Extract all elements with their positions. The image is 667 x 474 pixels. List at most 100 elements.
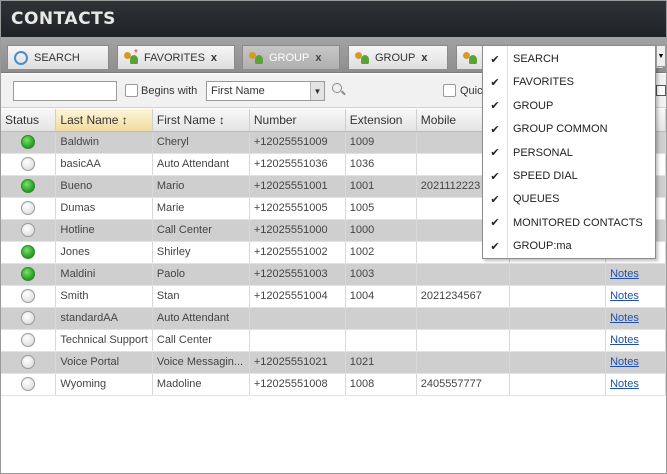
- close-tab-icon[interactable]: x: [315, 52, 321, 64]
- table-row[interactable]: Maldini Paolo +12025551003 1003 Notes: [1, 263, 666, 286]
- first-name-cell: Stan: [152, 285, 250, 308]
- menu-item[interactable]: ✔ GROUP: [483, 95, 655, 117]
- presence-status-icon: [21, 157, 36, 171]
- group-icon: [463, 51, 477, 65]
- number-cell: [249, 307, 346, 330]
- extension-cell: 1021: [345, 351, 417, 374]
- mobile-cell: 2021234567: [416, 285, 510, 308]
- empty-cell: [509, 373, 607, 396]
- extension-cell: 1002: [345, 241, 417, 264]
- notes-cell: Notes: [605, 307, 666, 330]
- number-cell: +12025551021: [249, 351, 346, 374]
- export-icon[interactable]: [656, 85, 666, 96]
- checkmark-icon: ✔: [490, 76, 500, 89]
- status-cell: [1, 153, 57, 176]
- empty-cell: [509, 263, 607, 286]
- column-header-extension[interactable]: Extension: [345, 109, 417, 132]
- extension-cell: 1005: [345, 197, 417, 220]
- mobile-cell: 2405557777: [416, 373, 510, 396]
- checkmark-icon: ✔: [490, 123, 500, 136]
- empty-cell: [509, 307, 607, 330]
- checkmark-icon: ✔: [490, 217, 500, 230]
- quick-search-checkbox[interactable]: [443, 84, 456, 97]
- column-header-last-name[interactable]: Last Name ↕: [55, 109, 153, 132]
- quick-search-label: Quic: [460, 85, 483, 97]
- first-name-cell: Call Center: [152, 329, 250, 352]
- presence-status-icon: [21, 333, 36, 347]
- begins-with-label: Begins with: [141, 85, 198, 97]
- menu-item[interactable]: ✔ QUEUES: [483, 188, 655, 210]
- number-cell: [249, 329, 346, 352]
- last-name-cell: Jones: [55, 241, 153, 264]
- notes-cell: Notes: [605, 329, 666, 352]
- tab-favorites[interactable]: * FAVORITES x: [117, 45, 235, 69]
- column-header-first-name[interactable]: First Name ↕: [152, 109, 250, 132]
- sort-icon: ↕: [121, 112, 128, 127]
- menu-item-label: GROUP:ma: [513, 240, 572, 253]
- menu-item[interactable]: ✔ MONITORED CONTACTS: [483, 212, 655, 234]
- mobile-cell: [416, 329, 510, 352]
- column-header-status[interactable]: Status: [1, 109, 57, 132]
- menu-item[interactable]: ✔ GROUP COMMON: [483, 118, 655, 140]
- menu-item[interactable]: ✔ PERSONAL: [483, 142, 655, 164]
- menu-item-label: SEARCH: [513, 53, 559, 65]
- directory-menu: ✔ SEARCH ✔ FAVORITES ✔ GROUP ✔ GROUP COMMON ✔ PER…: [482, 45, 656, 259]
- status-cell: [1, 241, 57, 264]
- notes-link[interactable]: Notes: [610, 356, 639, 368]
- close-tab-icon[interactable]: x: [211, 52, 217, 64]
- status-cell: [1, 197, 57, 220]
- column-header-number[interactable]: Number: [249, 109, 346, 132]
- filter-search-input[interactable]: [13, 81, 117, 101]
- last-name-cell: Smith: [55, 285, 153, 308]
- number-cell: +12025551002: [249, 241, 346, 264]
- last-name-cell: Wyoming: [55, 373, 153, 396]
- number-cell: +12025551008: [249, 373, 346, 396]
- table-row[interactable]: Voice Portal Voice Messagin... +1202555102…: [1, 351, 666, 374]
- search-icon[interactable]: [332, 83, 342, 93]
- menu-item[interactable]: ✔ SEARCH: [483, 48, 655, 70]
- status-cell: [1, 285, 57, 308]
- search-field-select[interactable]: First Name ▼: [206, 81, 325, 101]
- number-cell: +12025551009: [249, 131, 346, 154]
- notes-link[interactable]: Notes: [610, 312, 639, 324]
- checkmark-icon: ✔: [490, 100, 500, 113]
- last-name-cell: standardAA: [55, 307, 153, 330]
- table-row[interactable]: Technical Support Call Center Notes: [1, 329, 666, 352]
- extension-cell: 1000: [345, 219, 417, 242]
- first-name-cell: Madoline: [152, 373, 250, 396]
- notes-link[interactable]: Notes: [610, 290, 639, 302]
- menu-item-label: SPEED DIAL: [513, 170, 578, 182]
- presence-status-icon: [21, 201, 36, 215]
- empty-cell: [509, 329, 607, 352]
- tab-group-active[interactable]: GROUP x: [242, 45, 340, 69]
- presence-status-icon: [21, 267, 36, 281]
- number-cell: +12025551003: [249, 263, 346, 286]
- status-cell: [1, 329, 57, 352]
- last-name-cell: Technical Support: [55, 329, 153, 352]
- notes-cell: Notes: [605, 373, 666, 396]
- tab-search[interactable]: SEARCH: [7, 45, 109, 69]
- menu-item[interactable]: ✔ GROUP:ma: [483, 235, 655, 257]
- checkmark-icon: ✔: [490, 53, 500, 66]
- table-row[interactable]: standardAA Auto Attendant Notes: [1, 307, 666, 330]
- menu-item[interactable]: ✔ FAVORITES: [483, 71, 655, 93]
- notes-cell: Notes: [605, 263, 666, 286]
- close-tab-icon[interactable]: x: [421, 52, 427, 64]
- notes-link[interactable]: Notes: [610, 268, 639, 280]
- status-cell: [1, 175, 57, 198]
- table-row[interactable]: Wyoming Madoline +12025551008 1008 240555777…: [1, 373, 666, 396]
- tab-group[interactable]: GROUP x: [348, 45, 448, 69]
- notes-link[interactable]: Notes: [610, 378, 639, 390]
- table-row[interactable]: Smith Stan +12025551004 1004 2021234567 Notes: [1, 285, 666, 308]
- begins-with-checkbox[interactable]: [125, 84, 138, 97]
- panel-title: CONTACTS: [11, 9, 116, 29]
- group-icon: [249, 51, 263, 65]
- extension-cell: 1036: [345, 153, 417, 176]
- last-name-cell: Hotline: [55, 219, 153, 242]
- notes-cell: Notes: [605, 285, 666, 308]
- notes-link[interactable]: Notes: [610, 334, 639, 346]
- menu-item[interactable]: ✔ SPEED DIAL: [483, 165, 655, 187]
- sort-icon: ↕: [218, 112, 225, 127]
- presence-status-icon: [21, 179, 36, 193]
- menu-scroll-button[interactable]: ▼: [656, 45, 666, 67]
